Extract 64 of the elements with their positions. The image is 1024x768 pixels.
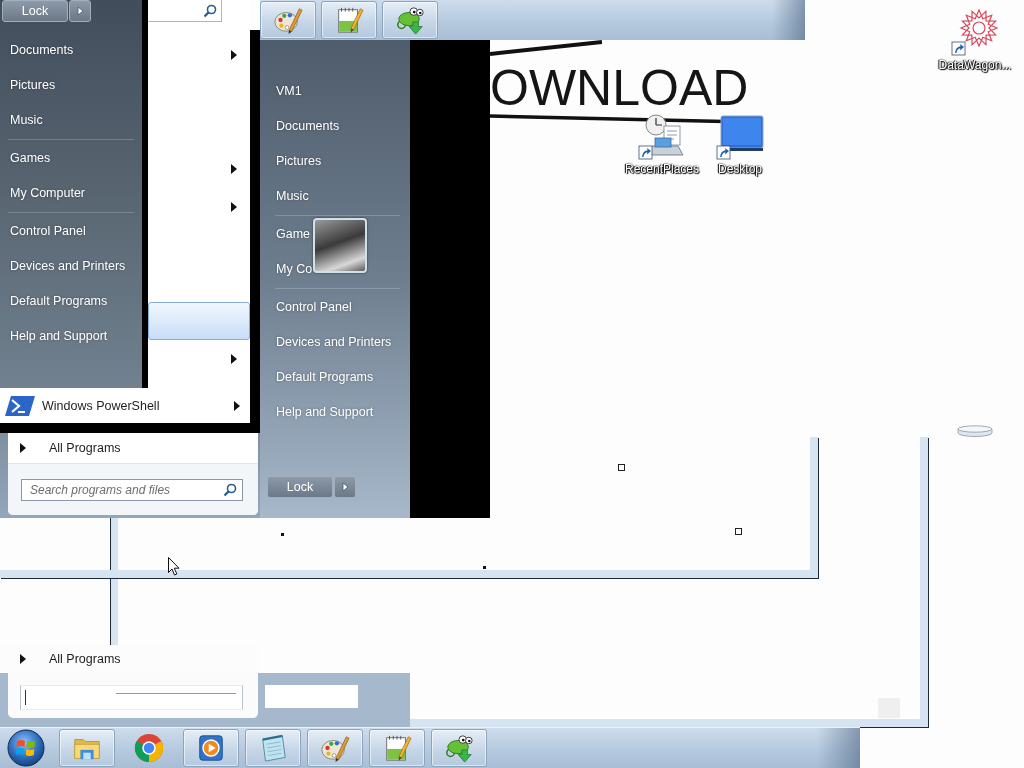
caret-icon: [76, 6, 84, 16]
menu-item[interactable]: Control Panel: [260, 290, 410, 325]
monitor-icon[interactable]: [716, 112, 764, 160]
menu-item[interactable]: My Co: [260, 252, 410, 287]
taskbar-button[interactable]: [321, 1, 377, 39]
lock-options-button[interactable]: [334, 476, 356, 498]
menu-item[interactable]: Documents: [260, 109, 410, 144]
menu-item[interactable]: Pictures: [260, 144, 410, 179]
caret-icon: [20, 443, 26, 453]
round-logo-icon: [134, 733, 164, 763]
menu-item[interactable]: VM1: [260, 74, 410, 109]
star-pattern-icon[interactable]: [951, 8, 999, 56]
palette-icon: [273, 5, 303, 35]
palette-icon: [320, 733, 350, 763]
menu-item[interactable]: Game: [260, 217, 410, 252]
menu-item[interactable]: My Computer: [0, 176, 142, 211]
wallpaper-text: OWNLOAD: [490, 63, 749, 113]
desktop-icon-label[interactable]: DataWagon...: [938, 58, 1012, 72]
program-list-item[interactable]: [148, 302, 250, 340]
search-icon: [203, 3, 217, 18]
clock-document-icon[interactable]: [638, 112, 686, 160]
taskbar-button[interactable]: [245, 729, 301, 767]
orb-icon: [7, 729, 45, 767]
taskbar-button[interactable]: [307, 729, 363, 767]
square-icon: [878, 698, 900, 718]
caret-icon: [341, 482, 349, 492]
small-square-icon: [735, 528, 742, 535]
menu-item[interactable]: Music: [0, 103, 142, 138]
user-picture-placeholder: [313, 218, 367, 273]
taskbar-button[interactable]: [369, 729, 425, 767]
menu-item[interactable]: Default Programs: [260, 360, 410, 395]
menu-item[interactable]: Devices and Printers: [0, 249, 142, 284]
caret-icon: [20, 654, 26, 664]
search-field[interactable]: [148, 0, 222, 22]
search-icon: [223, 482, 237, 497]
menu-item[interactable]: Games: [0, 141, 142, 176]
search-field[interactable]: Search programs and files: [21, 478, 243, 501]
taskbar-button[interactable]: [260, 1, 316, 39]
taskbar-button[interactable]: [183, 729, 239, 767]
text-cursor-icon: [25, 690, 26, 705]
lock-button[interactable]: Lock: [2, 0, 68, 22]
lock-button[interactable]: Lock: [267, 476, 333, 498]
small-square-icon: [618, 464, 625, 471]
taskbar-button[interactable]: [59, 729, 115, 767]
menu-item[interactable]: Devices and Printers: [260, 325, 410, 360]
desktop-icon-label[interactable]: Desktop: [718, 162, 762, 176]
mouse-pointer-icon: [168, 557, 180, 576]
lock-options-button[interactable]: [69, 0, 91, 22]
desktop-icon-label[interactable]: RecentPlaces: [624, 162, 699, 176]
terminal-icon: [5, 394, 35, 417]
lizard-icon: [395, 5, 425, 35]
lizard-icon: [444, 733, 474, 763]
start-button[interactable]: [5, 728, 47, 768]
all-programs-item[interactable]: All Programs: [8, 433, 258, 463]
cylinder-icon: [957, 425, 993, 437]
taskbar-button[interactable]: [382, 1, 438, 39]
menu-item[interactable]: Music: [260, 179, 410, 214]
menu-item[interactable]: Help and Support: [0, 319, 142, 354]
menu-item[interactable]: Pictures: [0, 68, 142, 103]
menu-item[interactable]: Documents: [0, 33, 142, 68]
menu-item[interactable]: Default Programs: [0, 284, 142, 319]
play-icon: [196, 733, 226, 763]
menu-item[interactable]: Control Panel: [0, 214, 142, 249]
taskbar-button[interactable]: [431, 729, 487, 767]
